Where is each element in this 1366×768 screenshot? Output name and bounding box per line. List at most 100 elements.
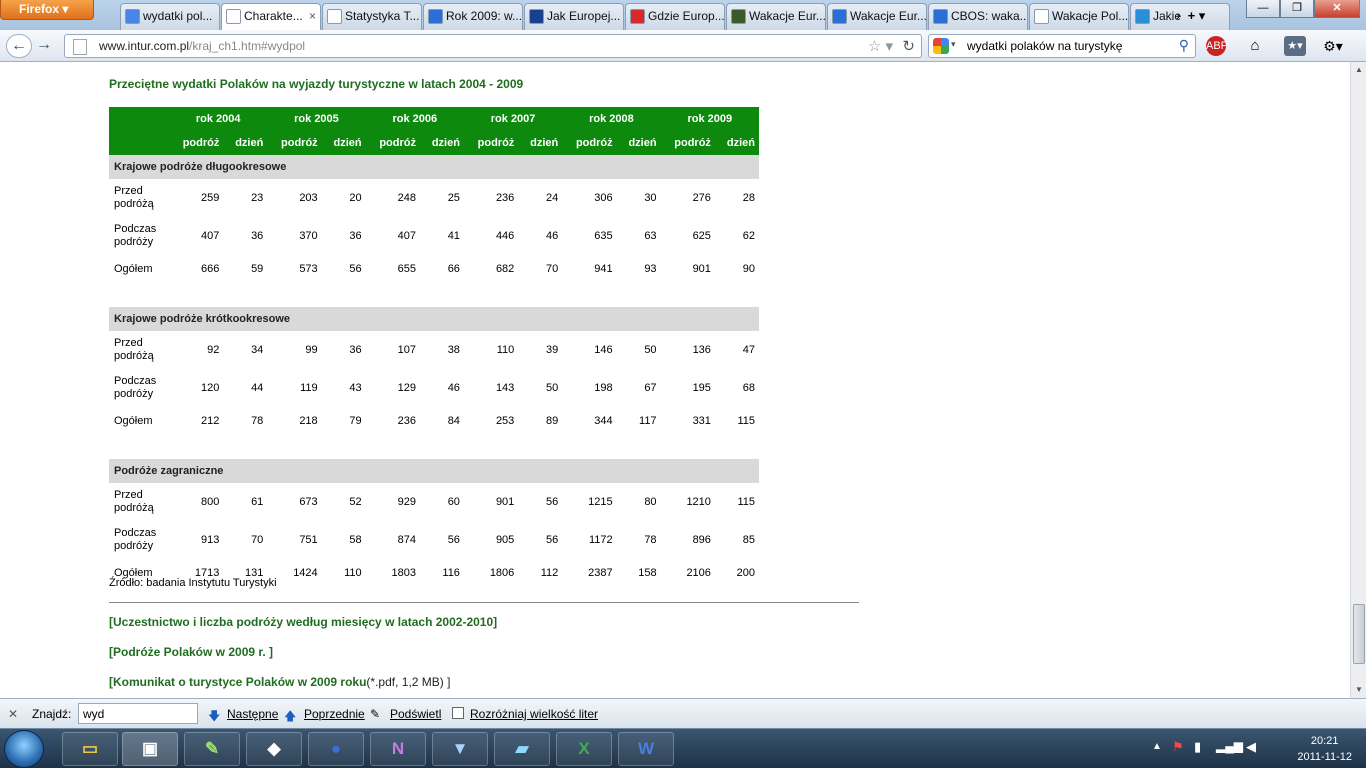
table-cell: 60 [447,496,460,508]
row-label: Przed podróżą [114,489,154,514]
table-cell: 331 [692,415,711,427]
table-cell: 344 [594,415,613,427]
table-cell: 673 [299,496,318,508]
explorer-icon[interactable]: ▭ [62,732,118,766]
back-button[interactable]: ← [6,34,32,58]
signal-icon[interactable]: ▂▄▆ [1216,739,1243,753]
tab-2[interactable]: Statystyka T... [322,3,422,30]
section-title: Podróże zagraniczne [114,465,224,477]
scroll-up-arrow[interactable]: ▲ [1353,64,1365,76]
search-icon[interactable]: ⚲ [1179,37,1189,54]
tab-9[interactable]: Wakacje Pol... [1029,3,1129,30]
firefox-menu-button[interactable]: Firefox ▾ [0,0,94,20]
forward-button[interactable]: → [34,34,54,58]
table-cell: 28 [742,192,755,204]
day-header: dzień [431,137,460,149]
flag-icon[interactable]: ⚑ [1172,739,1184,755]
tab-favicon-icon [529,9,544,24]
match-case-label[interactable]: Rozróżniaj wielkość liter [470,707,598,721]
search-box[interactable]: ▾ wydatki polaków na turystykę ⚲ [928,34,1196,58]
minimize-button[interactable]: — [1246,0,1280,18]
tab-7[interactable]: Wakacje Eur... [827,3,927,30]
table-cell: 24 [546,192,559,204]
tab-favicon-icon [226,9,241,24]
sub-header-row: podróż dzień podróż dzień podróż dzień podróż d… [109,131,759,155]
url-bar[interactable]: www.intur.com.pl/kraj_ch1.htm#wydpol ☆ ▾… [64,34,922,58]
tab-favicon-icon [1135,9,1150,24]
tab-0[interactable]: wydatki pol... [120,3,220,30]
network-icon[interactable]: ▮ [1194,739,1201,755]
maximize-button[interactable]: ❐ [1280,0,1314,18]
google-engine-icon[interactable] [933,38,949,54]
notepad-plus-icon[interactable]: ✎ [184,732,240,766]
match-case-checkbox[interactable] [452,707,464,719]
table-cell: 107 [397,344,416,356]
engine-dropdown-icon[interactable]: ▾ [951,39,956,50]
tab-5[interactable]: Gdzie Europ... [625,3,725,30]
table-cell: 56 [349,263,362,275]
adblock-icon[interactable]: ABP [1206,36,1228,56]
vertical-scrollbar[interactable]: ▲ ▼ [1350,62,1366,698]
reload-icon[interactable]: ↻ [902,37,915,55]
link-trips-2009[interactable]: [Podróże Polaków w 2009 r. ] [109,645,273,659]
tab-strip: wydatki pol... Charakte... × Statystyka T..… [120,3,1231,30]
app-icon-window[interactable]: ▣ [122,732,178,766]
tab-4[interactable]: Jak Europej... [524,3,624,30]
tab-favicon-icon [428,9,443,24]
word-icon[interactable]: W [618,732,674,766]
usb-icon[interactable]: ▼ [432,732,488,766]
tab-favicon-icon [125,9,140,24]
site-identity-icon[interactable] [73,39,87,55]
find-previous-button[interactable]: Poprzednie [304,707,365,721]
tab-8[interactable]: CBOS: waka... [928,3,1028,30]
table-row: Przed podróżą 92 34 99 36 107 38 110 39 146 50 136 4… [109,331,759,369]
addon-icon[interactable]: ⚙▾ [1322,36,1344,56]
spacer-row [109,435,759,459]
table-cell: 70 [546,263,559,275]
close-window-button[interactable]: ✕ [1314,0,1360,18]
link-communique-2009[interactable]: [Komunikat o turystyce Polaków w 2009 ro… [109,675,450,689]
ebook-icon[interactable]: ▰ [494,732,550,766]
close-find-icon[interactable]: ✕ [8,707,18,721]
link-participation[interactable]: [Uczestnictwo i liczba podróży według mi… [109,615,497,629]
highlight-all-button[interactable]: Podświetl [390,707,441,721]
find-input[interactable] [78,703,198,724]
bookmark-star-icon[interactable]: ☆ ▾ [868,37,893,55]
table-cell: 901 [692,263,711,275]
table-cell: 200 [736,567,755,579]
find-next-button[interactable]: Następne [227,707,278,721]
arrow-down-icon: 🡇 [208,709,221,723]
table-cell: 36 [349,344,362,356]
table-cell: 874 [397,534,416,546]
window-controls: — ❐ ✕ [1246,0,1360,18]
table-cell: 625 [692,230,711,242]
close-tab-icon[interactable]: × [309,4,316,29]
table-cell: 1215 [588,496,613,508]
scroll-thumb[interactable] [1353,604,1365,664]
tab-label: Charakte... [244,9,303,23]
table-cell: 146 [594,344,613,356]
system-tray: ▲ ⚑ ▮ ▂▄▆ ◀ 20:21 2011-11-12 [1146,729,1366,768]
page-title: Przeciętne wydatki Polaków na wyjazdy tu… [109,77,524,91]
fox-icon[interactable]: ◆ [246,732,302,766]
tab-1[interactable]: Charakte... × [221,3,321,30]
table-cell: 248 [397,192,416,204]
table-cell: 62 [742,230,755,242]
show-hidden-icons-icon[interactable]: ▲ [1152,741,1162,752]
volume-icon[interactable]: ◀ [1246,739,1256,755]
excel-icon[interactable]: X [556,732,612,766]
clock[interactable]: 20:21 2011-11-12 [1297,733,1352,765]
table-cell: 59 [251,263,264,275]
trip-header: podróż [477,137,515,149]
tab-3[interactable]: Rok 2009: w... [423,3,523,30]
tab-scroll-controls[interactable]: › + ▾ [1176,3,1216,30]
table-cell: 46 [546,230,559,242]
table-cell: 370 [299,230,318,242]
bookmarks-menu-icon[interactable]: ★▾ [1284,36,1306,56]
start-button[interactable] [4,730,44,768]
onenote-icon[interactable]: N [370,732,426,766]
scroll-down-arrow[interactable]: ▼ [1353,684,1365,696]
eclipse-icon[interactable]: ● [308,732,364,766]
tab-6[interactable]: Wakacje Eur... [726,3,826,30]
home-icon[interactable]: ⌂ [1244,36,1266,56]
